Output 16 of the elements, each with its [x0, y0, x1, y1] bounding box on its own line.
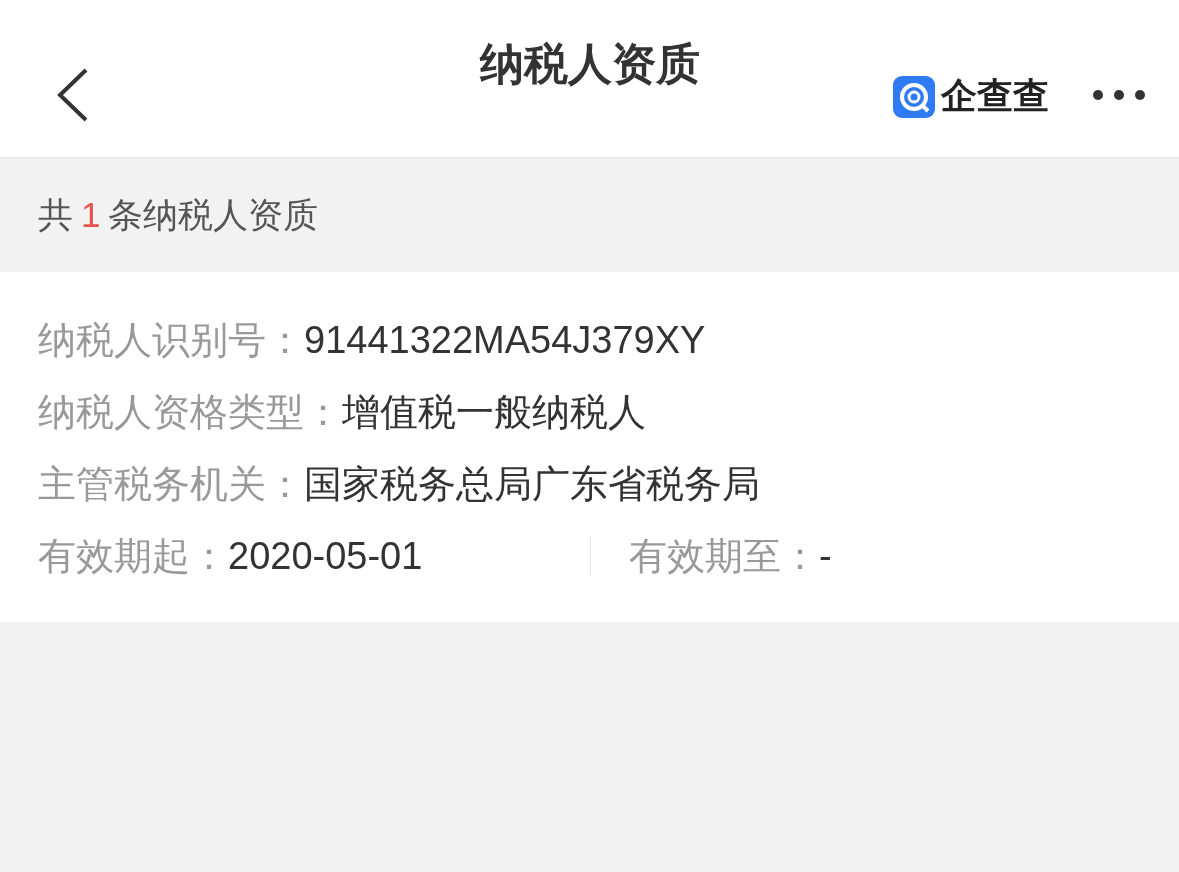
field-value: 国家税务总局广东省税务局: [304, 461, 760, 507]
more-icon[interactable]: [1092, 89, 1146, 101]
field-label: 有效期至：: [629, 533, 819, 579]
field-label: 纳税人资格类型：: [38, 389, 342, 435]
logo-icon: [893, 75, 935, 118]
field-value: 增值税一般纳税人: [342, 389, 646, 435]
field-label: 主管税务机关：: [38, 461, 304, 507]
field-value: -: [819, 534, 832, 578]
field-label: 纳税人识别号：: [38, 317, 304, 363]
brand-name: 企查查: [941, 74, 1049, 118]
field-value: 91441322MA54J379XY: [304, 318, 706, 362]
summary-text: 共 1 条纳税人资质: [38, 193, 319, 236]
field-value: 2020-05-01: [228, 534, 423, 578]
page-title: 纳税人资质: [479, 38, 700, 90]
field-label: 有效期起：: [38, 533, 228, 579]
back-icon[interactable]: [56, 68, 90, 122]
